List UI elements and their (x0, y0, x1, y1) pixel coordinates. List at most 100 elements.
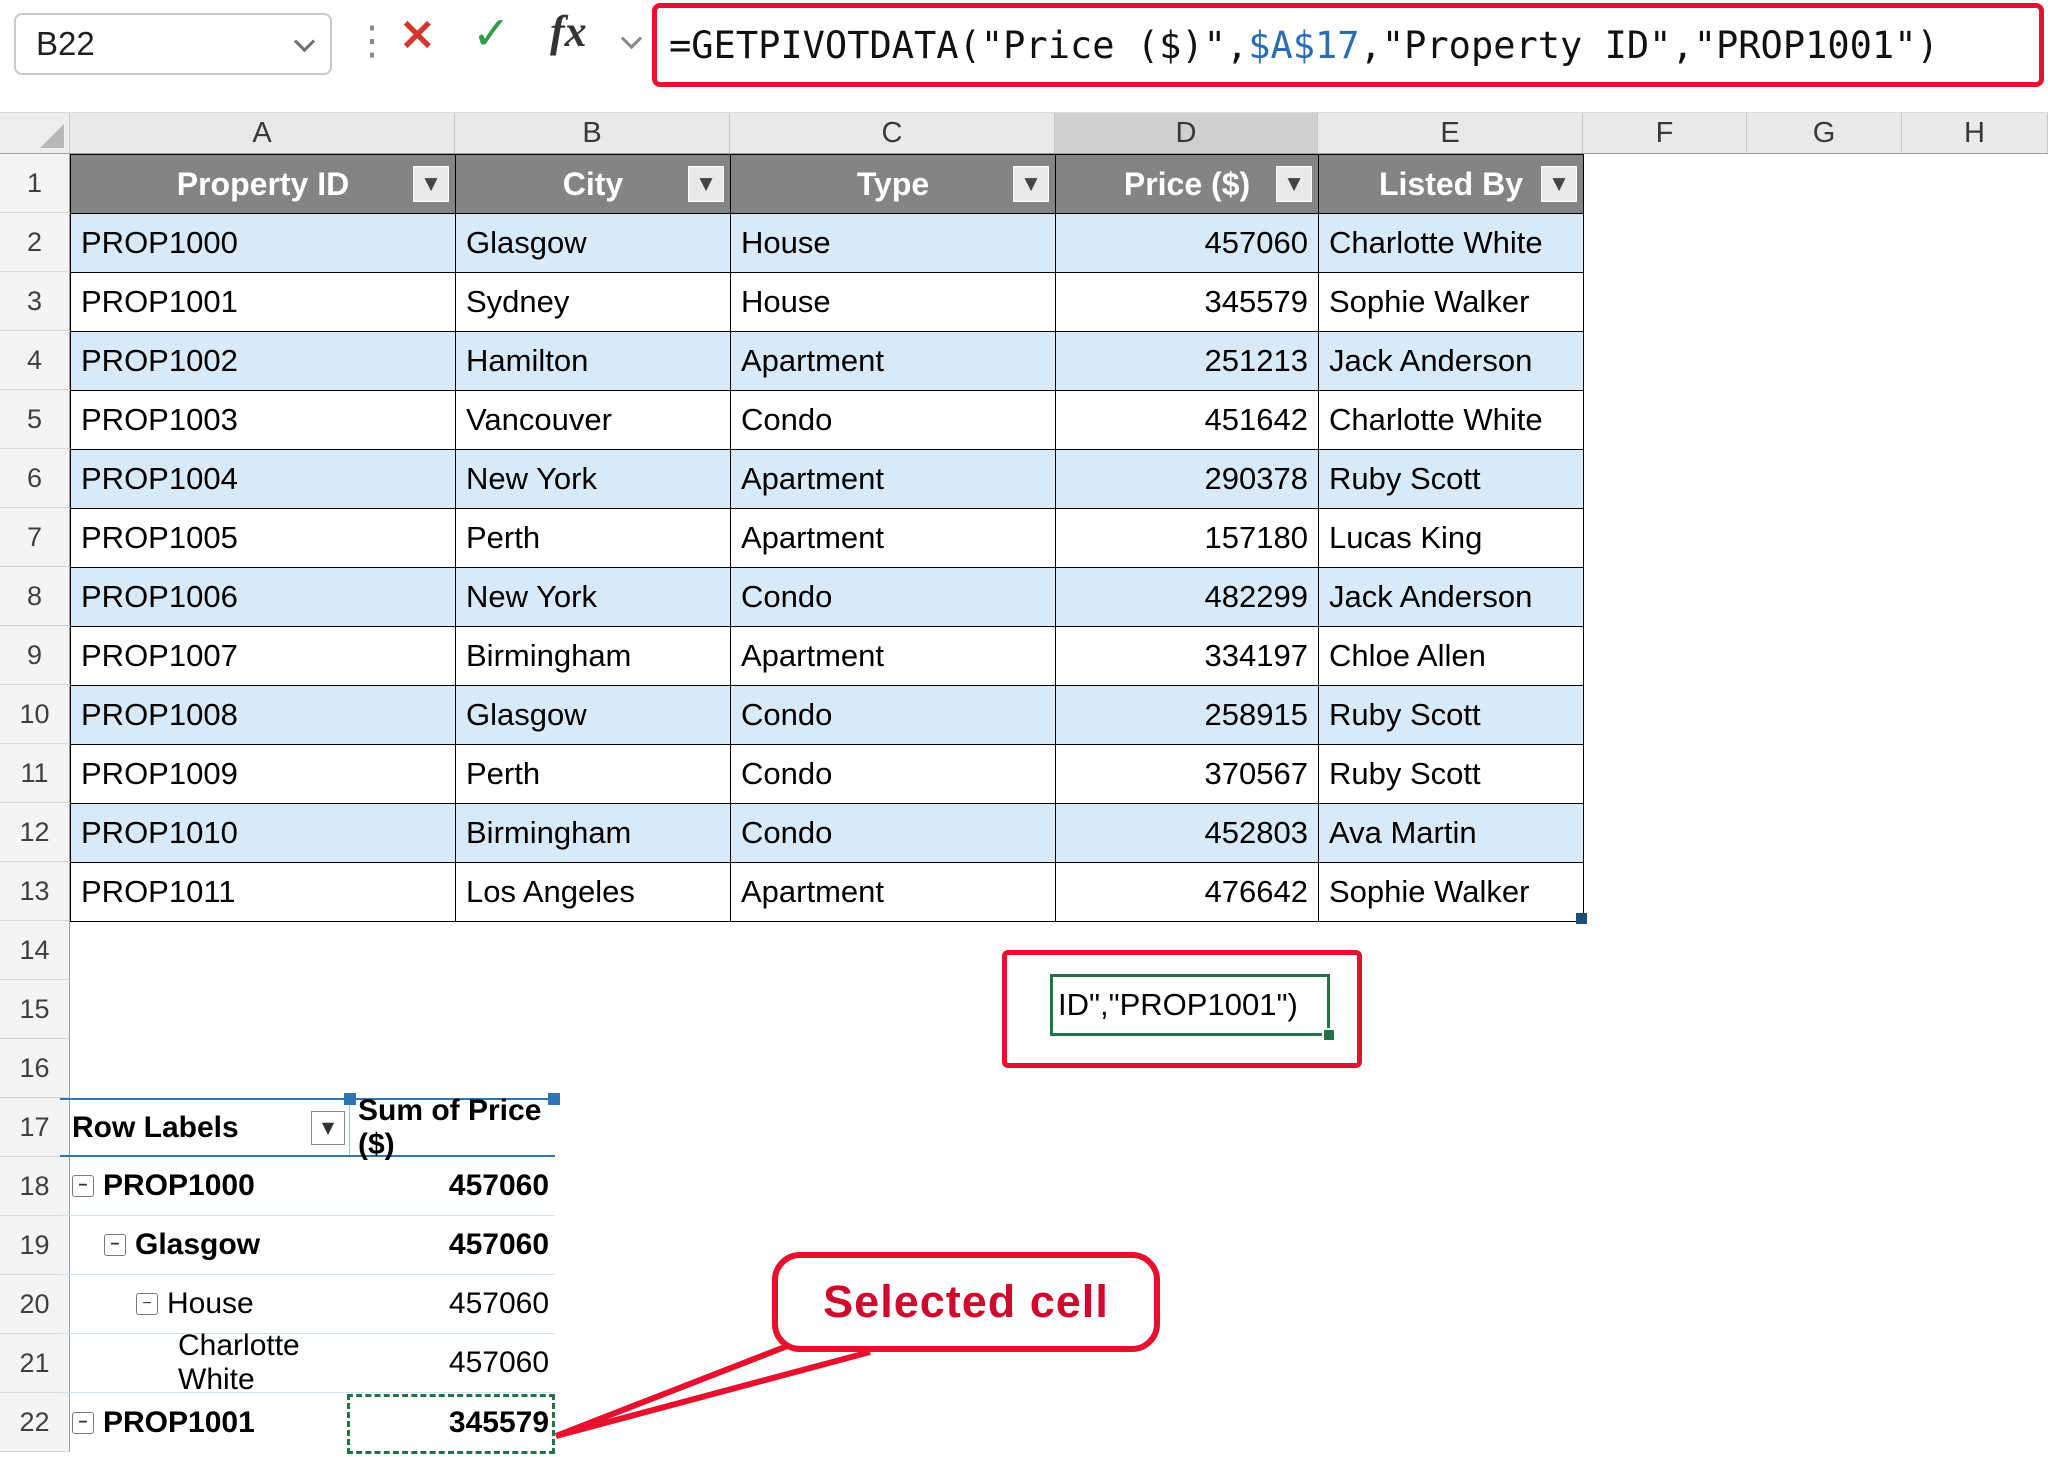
column-header-c[interactable]: C (730, 113, 1055, 153)
table-cell[interactable]: Glasgow (456, 686, 731, 745)
row-header-14[interactable]: 14 (0, 921, 70, 980)
table-cell[interactable]: 452803 (1056, 804, 1319, 863)
table-cell[interactable]: PROP1001 (71, 273, 456, 332)
table-resize-handle[interactable] (1576, 913, 1587, 924)
table-cell[interactable]: 290378 (1056, 450, 1319, 509)
row-header-7[interactable]: 7 (0, 508, 70, 567)
name-box-chevron-icon[interactable] (294, 31, 315, 52)
table-cell[interactable]: Apartment (731, 627, 1056, 686)
column-header-g[interactable]: G (1747, 113, 1902, 153)
table-cell[interactable]: Jack Anderson (1319, 332, 1584, 391)
pivot-row-label[interactable]: −Glasgow (60, 1216, 350, 1274)
table-cell[interactable]: Lucas King (1319, 509, 1584, 568)
table-cell[interactable]: Ruby Scott (1319, 686, 1584, 745)
formula-bar-expand-icon[interactable] (621, 28, 642, 49)
pivot-row-label[interactable]: −PROP1001 (60, 1393, 350, 1452)
row-header-6[interactable]: 6 (0, 449, 70, 508)
table-cell[interactable]: PROP1004 (71, 450, 456, 509)
pivot-filter-button[interactable]: ▼ (311, 1111, 345, 1145)
collapse-button[interactable]: − (136, 1293, 158, 1315)
table-cell[interactable]: Charlotte White (1319, 391, 1584, 450)
column-header-e[interactable]: E (1318, 113, 1583, 153)
collapse-button[interactable]: − (104, 1234, 126, 1256)
table-cell[interactable]: Sophie Walker (1319, 863, 1584, 922)
table-cell[interactable]: Birmingham (456, 627, 731, 686)
table-cell[interactable]: 345579 (1056, 273, 1319, 332)
table-cell[interactable]: 451642 (1056, 391, 1319, 450)
row-header-12[interactable]: 12 (0, 803, 70, 862)
column-header-f[interactable]: F (1583, 113, 1747, 153)
table-cell[interactable]: New York (456, 568, 731, 627)
row-header-9[interactable]: 9 (0, 626, 70, 685)
table-cell[interactable]: 457060 (1056, 214, 1319, 273)
enter-button[interactable]: ✓ (472, 10, 511, 56)
table-cell[interactable]: Ruby Scott (1319, 745, 1584, 804)
table-cell[interactable]: Apartment (731, 332, 1056, 391)
table-cell[interactable]: PROP1005 (71, 509, 456, 568)
select-all-corner[interactable] (0, 113, 70, 153)
table-header-property-id[interactable]: Property ID▼ (71, 155, 456, 214)
filter-button-listed-by[interactable]: ▼ (1541, 166, 1577, 202)
table-cell[interactable]: Ruby Scott (1319, 450, 1584, 509)
table-cell[interactable]: Birmingham (456, 804, 731, 863)
table-cell[interactable]: Ava Martin (1319, 804, 1584, 863)
table-cell[interactable]: PROP1007 (71, 627, 456, 686)
table-cell[interactable]: PROP1009 (71, 745, 456, 804)
table-cell[interactable]: PROP1003 (71, 391, 456, 450)
pivot-values-header[interactable]: Sum of Price ($) (350, 1100, 555, 1155)
row-header-1[interactable]: 1 (0, 154, 70, 213)
table-cell[interactable]: 251213 (1056, 332, 1319, 391)
table-cell[interactable]: Sydney (456, 273, 731, 332)
insert-function-button[interactable]: fx (550, 10, 587, 54)
row-header-11[interactable]: 11 (0, 744, 70, 803)
cancel-button[interactable]: × (398, 10, 437, 56)
table-cell[interactable]: House (731, 273, 1056, 332)
column-header-h[interactable]: H (1902, 113, 2048, 153)
filter-button-property-id[interactable]: ▼ (413, 166, 449, 202)
table-header-price[interactable]: Price ($)▼ (1056, 155, 1319, 214)
table-cell[interactable]: Condo (731, 391, 1056, 450)
table-cell[interactable]: PROP1011 (71, 863, 456, 922)
collapse-button[interactable]: − (72, 1175, 94, 1197)
row-header-2[interactable]: 2 (0, 213, 70, 272)
table-cell[interactable]: Perth (456, 509, 731, 568)
formula-input[interactable]: =GETPIVOTDATA("Price ($)",$A$17,"Propert… (657, 24, 1939, 67)
table-cell[interactable]: 482299 (1056, 568, 1319, 627)
table-cell[interactable]: Los Angeles (456, 863, 731, 922)
pivot-row-label[interactable]: −House (60, 1275, 350, 1333)
table-cell[interactable]: New York (456, 450, 731, 509)
pivot-value-cell[interactable]: 457060 (350, 1157, 555, 1215)
table-cell[interactable]: Vancouver (456, 391, 731, 450)
table-cell[interactable]: Chloe Allen (1319, 627, 1584, 686)
pivot-row-label[interactable]: −PROP1000 (60, 1157, 350, 1215)
table-header-listed-by[interactable]: Listed By▼ (1319, 155, 1584, 214)
pivot-row-label[interactable]: Charlotte White (60, 1334, 350, 1392)
table-header-city[interactable]: City▼ (456, 155, 731, 214)
row-header-8[interactable]: 8 (0, 567, 70, 626)
pivot-value-cell[interactable]: 457060 (350, 1275, 555, 1333)
filter-button-price[interactable]: ▼ (1276, 166, 1312, 202)
table-cell[interactable]: House (731, 214, 1056, 273)
row-header-15[interactable]: 15 (0, 980, 70, 1039)
table-cell[interactable]: PROP1002 (71, 332, 456, 391)
table-cell[interactable]: Sophie Walker (1319, 273, 1584, 332)
table-cell[interactable]: PROP1006 (71, 568, 456, 627)
table-cell[interactable]: Apartment (731, 450, 1056, 509)
table-cell[interactable]: Charlotte White (1319, 214, 1584, 273)
row-header-3[interactable]: 3 (0, 272, 70, 331)
table-cell[interactable]: Perth (456, 745, 731, 804)
row-header-13[interactable]: 13 (0, 862, 70, 921)
row-header-4[interactable]: 4 (0, 331, 70, 390)
filter-button-city[interactable]: ▼ (688, 166, 724, 202)
table-cell[interactable]: 370567 (1056, 745, 1319, 804)
pivot-value-cell[interactable]: 457060 (350, 1216, 555, 1274)
table-cell[interactable]: 476642 (1056, 863, 1319, 922)
table-cell[interactable]: PROP1008 (71, 686, 456, 745)
column-header-d[interactable]: D (1055, 113, 1318, 153)
table-cell[interactable]: Condo (731, 745, 1056, 804)
fill-handle[interactable] (1322, 1028, 1336, 1042)
table-cell[interactable]: Apartment (731, 509, 1056, 568)
column-header-b[interactable]: B (455, 113, 730, 153)
row-header-5[interactable]: 5 (0, 390, 70, 449)
table-cell[interactable]: PROP1000 (71, 214, 456, 273)
